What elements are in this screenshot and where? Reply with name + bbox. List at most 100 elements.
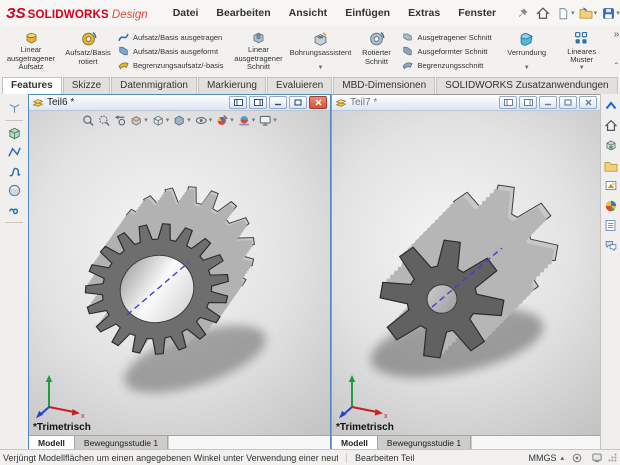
- extruded-boss-button[interactable]: Linear ausgetragener Aufsatz: [1, 28, 61, 74]
- tab-datenmigration[interactable]: Datenmigration: [111, 77, 197, 94]
- menu-einfuegen[interactable]: Einfügen: [336, 4, 399, 22]
- part-icon[interactable]: [4, 124, 24, 143]
- tab-skizze[interactable]: Skizze: [63, 77, 110, 94]
- hole-wizard-button[interactable]: Bohrungsassistent ▼: [287, 28, 353, 74]
- document-window-teil6[interactable]: Teil6 * ▾ ▾: [28, 94, 331, 450]
- new-document-icon[interactable]: [553, 4, 573, 22]
- spline-icon[interactable]: [4, 162, 24, 181]
- tab-evaluieren[interactable]: Evaluieren: [267, 77, 332, 94]
- tab-features[interactable]: Features: [2, 77, 62, 94]
- teil6-featuremanager-pane-button[interactable]: [229, 96, 247, 109]
- tab-mbd-dimensionen[interactable]: MBD-Dimensionen: [333, 77, 435, 94]
- linear-pattern-button[interactable]: Lineares Muster ▼: [556, 28, 608, 74]
- view-orientation-dropdown[interactable]: ▾: [166, 116, 170, 124]
- boundary-boss-button[interactable]: Begrenzungsaufsatz/-basis: [117, 59, 223, 71]
- section-view-dropdown[interactable]: ▾: [144, 116, 148, 124]
- hide-show-items-icon[interactable]: [193, 113, 209, 127]
- fillet-button[interactable]: Verrundung ▼: [498, 28, 556, 74]
- section-view-icon[interactable]: [128, 113, 144, 127]
- document-window-teil7[interactable]: Teil7 * x *Trimetrisch: [331, 94, 601, 450]
- open-icon[interactable]: [576, 4, 596, 22]
- zoom-area-icon[interactable]: [96, 113, 112, 127]
- edit-appearance-icon[interactable]: [214, 113, 230, 127]
- lofted-boss-icon: [117, 45, 130, 57]
- lofted-cut-button[interactable]: Ausgeformter Schnitt: [401, 45, 491, 57]
- home-icon[interactable]: [533, 4, 553, 22]
- previous-view-icon[interactable]: [112, 113, 128, 127]
- view-settings-dropdown[interactable]: ▾: [273, 116, 277, 124]
- appearances-scenes-icon[interactable]: [603, 197, 619, 214]
- teil6-viewport[interactable]: ▾ ▾ ▾ ▾ ▾ ▾ ▾ x: [29, 111, 330, 435]
- resize-grip[interactable]: [608, 453, 617, 462]
- swept-cut-button[interactable]: Ausgetragener Schnitt: [401, 31, 491, 43]
- boundary-cut-button[interactable]: Begrenzungsschnitt: [401, 59, 491, 71]
- teil6-close-button[interactable]: [309, 96, 327, 109]
- file-explorer-icon[interactable]: [603, 157, 619, 174]
- teil7-minimize-button[interactable]: [539, 96, 557, 109]
- teil6-view-orientation-label: *Trimetrisch: [33, 422, 91, 433]
- new-document-dropdown[interactable]: ▾: [571, 9, 575, 17]
- save-dropdown[interactable]: ▾: [616, 9, 620, 17]
- apply-scene-icon[interactable]: [236, 113, 252, 127]
- menu-bar: Datei Bearbeiten Ansicht Einfügen Extras…: [164, 4, 505, 22]
- view-settings-icon[interactable]: [257, 113, 273, 127]
- forum-icon[interactable]: [603, 237, 619, 254]
- teil6-tab-bewegungsstudie[interactable]: Bewegungsstudie 1: [75, 436, 168, 449]
- ribbon-collapse-button[interactable]: ˆ: [615, 62, 618, 73]
- fillet-dropdown[interactable]: ▼: [524, 65, 530, 72]
- unit-system-selector[interactable]: MMGS ▴: [528, 453, 564, 463]
- zoom-fit-icon[interactable]: [80, 113, 96, 127]
- teil6-restore-button[interactable]: [289, 96, 307, 109]
- display-style-icon[interactable]: [171, 113, 187, 127]
- teil7-display-pane-button[interactable]: [519, 96, 537, 109]
- view-palette-icon[interactable]: [603, 177, 619, 194]
- menu-bearbeiten[interactable]: Bearbeiten: [207, 4, 279, 22]
- boundary-boss-label: Begrenzungsaufsatz/-basis: [133, 61, 223, 70]
- pin-icon[interactable]: [513, 4, 533, 22]
- teil7-restore-button[interactable]: [559, 96, 577, 109]
- teil7-title-bar[interactable]: Teil7 *: [332, 95, 600, 111]
- lofted-boss-button[interactable]: Aufsatz/Basis ausgeformt: [117, 45, 223, 57]
- view-cube-icon[interactable]: [4, 98, 24, 117]
- teil7-featuremanager-pane-button[interactable]: [499, 96, 517, 109]
- sketch-icon[interactable]: [4, 143, 24, 162]
- tab-markierung[interactable]: Markierung: [198, 77, 266, 94]
- teil7-tab-modell[interactable]: Modell: [332, 436, 378, 449]
- teil7-close-button[interactable]: [579, 96, 597, 109]
- mate-icon[interactable]: [4, 200, 24, 219]
- teil7-tab-bewegungsstudie[interactable]: Bewegungsstudie 1: [378, 436, 471, 449]
- extruded-cut-button[interactable]: Linear ausgetragener Schnitt: [229, 28, 287, 74]
- status-options-icon[interactable]: [569, 451, 584, 464]
- taskpane-home-icon[interactable]: [603, 117, 619, 134]
- status-display-icon[interactable]: [589, 451, 604, 464]
- teil7-viewport[interactable]: x *Trimetrisch: [332, 111, 600, 435]
- menu-ansicht[interactable]: Ansicht: [280, 4, 337, 22]
- hide-show-items-dropdown[interactable]: ▾: [209, 116, 213, 124]
- menu-datei[interactable]: Datei: [164, 4, 208, 22]
- apply-scene-dropdown[interactable]: ▾: [252, 116, 256, 124]
- linear-pattern-dropdown[interactable]: ▼: [579, 65, 585, 72]
- cut-stack: Ausgetragener Schnitt Ausgeformter Schni…: [399, 28, 493, 74]
- swept-boss-button[interactable]: Aufsatz/Basis ausgetragen: [117, 31, 223, 43]
- tab-zusatzanwendungen[interactable]: SOLIDWORKS Zusatzanwendungen: [436, 77, 617, 94]
- save-icon[interactable]: [598, 4, 618, 22]
- edit-appearance-dropdown[interactable]: ▾: [230, 116, 234, 124]
- taskpane-collapse-chevron-icon[interactable]: [603, 97, 619, 114]
- teil6-title-bar[interactable]: Teil6 *: [29, 95, 330, 111]
- teil6-minimize-button[interactable]: [269, 96, 287, 109]
- revolved-boss-button[interactable]: Aufsatz/Basis rotiert: [61, 28, 115, 74]
- open-dropdown[interactable]: ▾: [594, 9, 598, 17]
- ribbon-overflow-button[interactable]: »: [614, 29, 620, 40]
- hole-wizard-dropdown[interactable]: ▼: [317, 65, 323, 72]
- design-library-icon[interactable]: [603, 137, 619, 154]
- custom-properties-icon[interactable]: [603, 217, 619, 234]
- teil6-display-pane-button[interactable]: [249, 96, 267, 109]
- view-orientation-icon[interactable]: [150, 113, 166, 127]
- menu-extras[interactable]: Extras: [399, 4, 449, 22]
- menu-fenster[interactable]: Fenster: [449, 4, 505, 22]
- display-style-dropdown[interactable]: ▾: [187, 116, 191, 124]
- teil6-tab-modell[interactable]: Modell: [29, 436, 75, 449]
- lofted-cut-icon: [401, 45, 414, 57]
- appearance-icon[interactable]: [4, 181, 24, 200]
- revolved-cut-button[interactable]: Rotierter Schnitt: [353, 28, 399, 74]
